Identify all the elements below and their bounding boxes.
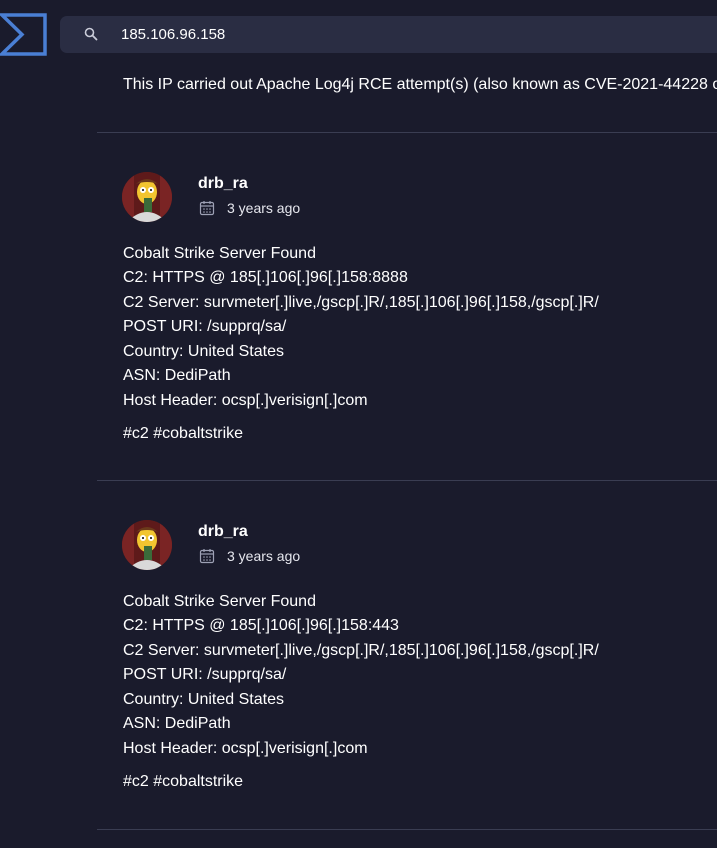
calendar-icon <box>199 549 215 564</box>
date-text: 3 years ago <box>227 548 301 564</box>
search-icon <box>84 27 98 41</box>
top-bar <box>0 0 717 68</box>
calendar-icon <box>199 201 215 216</box>
tag-link[interactable]: #cobaltstrike <box>153 425 243 442</box>
post-line: POST URI: /supprq/sa/ <box>123 318 287 335</box>
post-date: 3 years ago <box>199 200 300 216</box>
tag-link[interactable]: #c2 <box>123 773 149 790</box>
tag-list: #c2 #cobaltstrike <box>123 425 243 443</box>
post-line: Country: United States <box>123 691 284 708</box>
post-line: ASN: DediPath <box>123 367 231 384</box>
author-name[interactable]: drb_ra <box>198 175 248 193</box>
post-line: Cobalt Strike Server Found <box>123 593 316 610</box>
divider <box>97 132 717 133</box>
pulse-description: This IP carried out Apache Log4j RCE att… <box>123 76 717 93</box>
post-line: ASN: DediPath <box>123 715 231 732</box>
search-bar[interactable] <box>60 16 717 53</box>
avatar-image <box>122 172 172 222</box>
avatar-image <box>122 520 172 570</box>
author-name[interactable]: drb_ra <box>198 523 248 541</box>
post-line: C2: HTTPS @ 185[.]106[.]96[.]158:8888 <box>123 269 408 286</box>
post-line: POST URI: /supprq/sa/ <box>123 666 287 683</box>
divider <box>97 480 717 481</box>
tag-list: #c2 #cobaltstrike <box>123 773 243 791</box>
post-line: C2 Server: survmeter[.]live,/gscp[.]R/,1… <box>123 642 599 659</box>
post-line: Country: United States <box>123 343 284 360</box>
avatar[interactable] <box>122 520 172 570</box>
divider <box>97 829 717 830</box>
date-text: 3 years ago <box>227 200 301 216</box>
logo-icon[interactable] <box>0 13 47 56</box>
search-input[interactable] <box>121 16 681 53</box>
avatar[interactable] <box>122 172 172 222</box>
post-line: Cobalt Strike Server Found <box>123 245 316 262</box>
post-date: 3 years ago <box>199 548 300 564</box>
post-line: C2 Server: survmeter[.]live,/gscp[.]R/,1… <box>123 294 599 311</box>
post-line: C2: HTTPS @ 185[.]106[.]96[.]158:443 <box>123 617 399 634</box>
tag-link[interactable]: #c2 <box>123 425 149 442</box>
post-line: Host Header: ocsp[.]verisign[.]com <box>123 392 368 409</box>
tag-link[interactable]: #cobaltstrike <box>153 773 243 790</box>
post-line: Host Header: ocsp[.]verisign[.]com <box>123 740 368 757</box>
